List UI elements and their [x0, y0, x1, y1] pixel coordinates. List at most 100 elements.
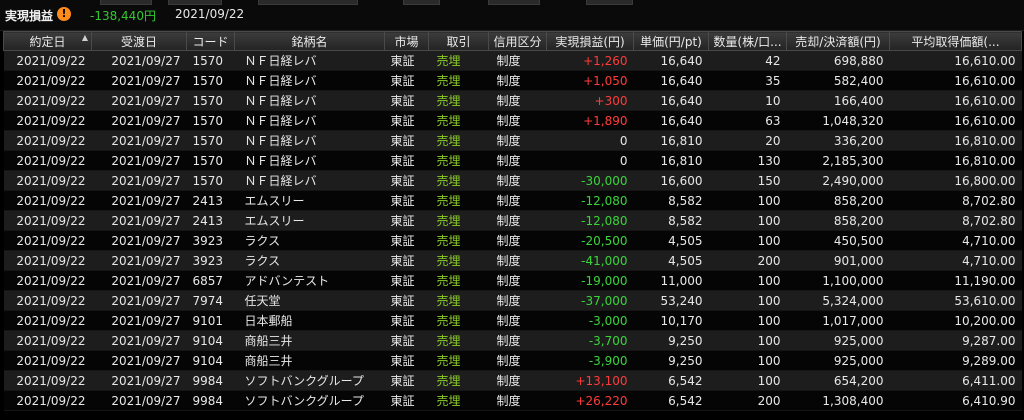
col-qty-header[interactable]: 数量(株/口...	[708, 31, 787, 51]
col-name-header[interactable]: 銘柄名	[234, 31, 385, 51]
market-cell: 東証	[384, 90, 429, 111]
amount-cell: 336,200	[786, 130, 890, 151]
exec-date-cell: 2021/09/22	[3, 90, 92, 111]
name-cell: ＮＦ日経レバ	[234, 170, 385, 191]
col-price-header[interactable]: 単価(円/pt)	[633, 31, 709, 51]
avg-cost-cell: 9,289.00	[889, 350, 1022, 371]
summary-date: 2021/09/22	[175, 7, 245, 21]
code-cell: 9984	[186, 390, 235, 411]
market-cell: 東証	[384, 330, 429, 351]
col-market-header[interactable]: 市場	[384, 31, 429, 51]
col-avg-cost-header[interactable]: 平均取得価額(...	[889, 31, 1022, 51]
market-cell: 東証	[384, 250, 429, 271]
name-cell: ＮＦ日経レバ	[234, 130, 385, 151]
qty-cell: 20	[708, 130, 787, 151]
table-row[interactable]: 2021/09/22 2021/09/27 3923 ラクス 東証 売埋 制度 -20,500…	[3, 230, 1022, 251]
col-credit-header[interactable]: 信用区分	[488, 31, 547, 51]
table-row[interactable]: 2021/09/22 2021/09/27 9984 ソフトバンクグループ 東証 売埋 制度…	[3, 390, 1022, 411]
avg-cost-cell: 16,810.00	[889, 150, 1022, 171]
settle-date-cell: 2021/09/27	[91, 290, 187, 311]
col-trade-header[interactable]: 取引	[428, 31, 489, 51]
exec-date-cell: 2021/09/22	[3, 370, 92, 391]
name-cell: ソフトバンクグループ	[234, 390, 385, 411]
col-exec-date-header-label: 約定日	[29, 34, 66, 49]
pnl-cell: -12,080	[546, 210, 634, 231]
table-row[interactable]: 2021/09/22 2021/09/27 1570 ＮＦ日経レバ 東証 売埋 制度 +1,0…	[3, 70, 1022, 91]
amount-cell: 698,880	[786, 50, 890, 71]
qty-cell: 150	[708, 170, 787, 191]
table-row[interactable]: 2021/09/22 2021/09/27 1570 ＮＦ日経レバ 東証 売埋 制度 +300…	[3, 90, 1022, 111]
col-trade-header-label: 取引	[446, 34, 471, 49]
credit-cell: 制度	[488, 370, 547, 391]
credit-cell: 制度	[488, 50, 547, 71]
credit-cell: 制度	[488, 90, 547, 111]
table-row[interactable]: 2021/09/22 2021/09/27 9101 日本郵船 東証 売埋 制度 -3,000…	[3, 310, 1022, 331]
table-row[interactable]: 2021/09/22 2021/09/27 1570 ＮＦ日経レバ 東証 売埋 制度 0 16,…	[3, 150, 1022, 171]
qty-cell: 100	[708, 310, 787, 331]
sort-ascending-icon: ▲	[81, 33, 88, 42]
price-cell: 16,640	[633, 70, 709, 91]
code-cell: 1570	[186, 90, 235, 111]
market-cell: 東証	[384, 210, 429, 231]
trade-cell: 売埋	[428, 190, 489, 211]
price-cell: 16,810	[633, 130, 709, 151]
top-control-tab[interactable]	[100, 0, 152, 5]
name-cell: ＮＦ日経レバ	[234, 110, 385, 131]
table-row[interactable]: 2021/09/22 2021/09/27 9104 商船三井 東証 売埋 制度 -3,900…	[3, 350, 1022, 371]
table-row[interactable]: 2021/09/22 2021/09/27 2413 エムスリー 東証 売埋 制度 -12,0…	[3, 210, 1022, 231]
table-row[interactable]: 2021/09/22 2021/09/27 6857 アドバンテスト 東証 売埋 制度 -19…	[3, 270, 1022, 291]
pnl-cell: -37,000	[546, 290, 634, 311]
exec-date-cell: 2021/09/22	[3, 130, 92, 151]
table-row[interactable]: 2021/09/22 2021/09/27 2413 エムスリー 東証 売埋 制度 -12,0…	[3, 190, 1022, 211]
table-row[interactable]: 2021/09/22 2021/09/27 7974 任天堂 東証 売埋 制度 -37,000…	[3, 290, 1022, 311]
table-row[interactable]: 2021/09/22 2021/09/27 1570 ＮＦ日経レバ 東証 売埋 制度 +1,8…	[3, 110, 1022, 131]
table-row[interactable]: 2021/09/22 2021/09/27 3923 ラクス 東証 売埋 制度 -41,000…	[3, 250, 1022, 271]
trade-cell: 売埋	[428, 50, 489, 71]
exec-date-cell: 2021/09/22	[3, 290, 92, 311]
market-cell: 東証	[384, 390, 429, 411]
price-cell: 8,582	[633, 190, 709, 211]
col-pnl-header[interactable]: 実現損益(円)	[546, 31, 634, 51]
code-cell: 9104	[186, 330, 235, 351]
code-cell: 1570	[186, 130, 235, 151]
top-control-tab[interactable]	[586, 0, 633, 5]
trade-cell: 売埋	[428, 70, 489, 91]
table-row[interactable]: 2021/09/22 2021/09/27 1570 ＮＦ日経レバ 東証 売埋 制度 +1,2…	[3, 50, 1022, 71]
amount-cell: 2,490,000	[786, 170, 890, 191]
trade-cell: 売埋	[428, 90, 489, 111]
price-cell: 9,250	[633, 330, 709, 351]
pnl-cell: -3,900	[546, 350, 634, 371]
price-cell: 16,810	[633, 150, 709, 171]
top-control-tab[interactable]	[258, 0, 358, 5]
exclamation-icon[interactable]: !	[57, 7, 71, 21]
qty-cell: 100	[708, 270, 787, 291]
table-row[interactable]: 2021/09/22 2021/09/27 1570 ＮＦ日経レバ 東証 売埋 制度 0 16,…	[3, 130, 1022, 151]
table-row[interactable]: 2021/09/22 2021/09/27 1570 ＮＦ日経レバ 東証 売埋 制度 -30,…	[3, 170, 1022, 191]
col-amount-header[interactable]: 売却/決済額(円)	[786, 31, 890, 51]
avg-cost-cell: 16,610.00	[889, 50, 1022, 71]
col-code-header[interactable]: コード	[186, 31, 235, 51]
realized-pnl-table: 約定日 ▲ 受渡日 コード 銘柄名 市場 取引 信用区分 実現損益(円) 単価(円/pt) 数量(株…	[3, 31, 1022, 411]
trade-cell: 売埋	[428, 250, 489, 271]
settle-date-cell: 2021/09/27	[91, 370, 187, 391]
top-control-tab[interactable]	[403, 0, 440, 5]
pnl-cell: -19,000	[546, 270, 634, 291]
settle-date-cell: 2021/09/27	[91, 150, 187, 171]
amount-cell: 1,048,320	[786, 110, 890, 131]
exec-date-cell: 2021/09/22	[3, 70, 92, 91]
avg-cost-cell: 4,710.00	[889, 230, 1022, 251]
table-row[interactable]: 2021/09/22 2021/09/27 9984 ソフトバンクグループ 東証 売埋 制度…	[3, 370, 1022, 391]
col-exec-date-header[interactable]: 約定日 ▲	[3, 31, 92, 51]
amount-cell: 925,000	[786, 350, 890, 371]
top-control-tab[interactable]	[488, 0, 540, 5]
price-cell: 16,600	[633, 170, 709, 191]
col-settle-date-header[interactable]: 受渡日	[91, 31, 187, 51]
amount-cell: 1,308,400	[786, 390, 890, 411]
market-cell: 東証	[384, 350, 429, 371]
market-cell: 東証	[384, 270, 429, 291]
pnl-cell: -3,000	[546, 310, 634, 331]
top-control-tab[interactable]	[168, 0, 222, 5]
avg-cost-cell: 9,287.00	[889, 330, 1022, 351]
table-row[interactable]: 2021/09/22 2021/09/27 9104 商船三井 東証 売埋 制度 -3,700…	[3, 330, 1022, 351]
pnl-cell: +300	[546, 90, 634, 111]
